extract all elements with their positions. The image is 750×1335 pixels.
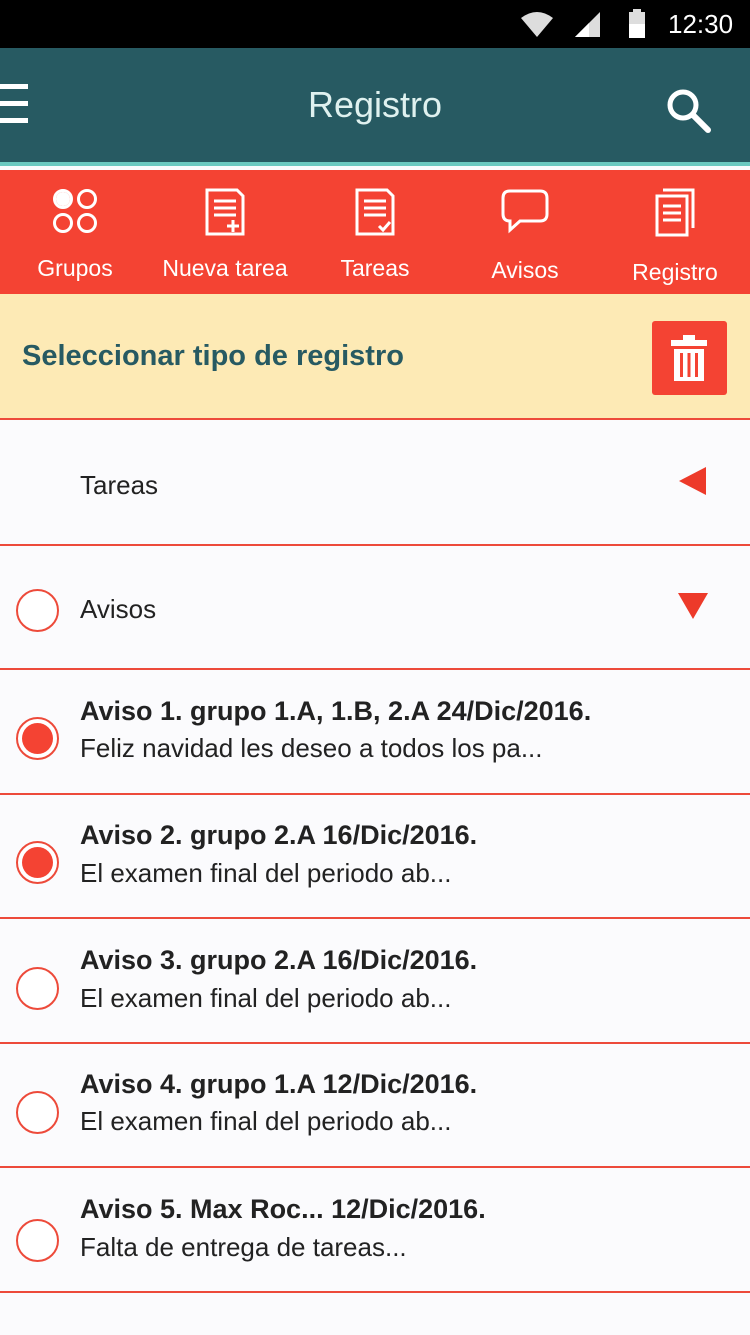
signal-icon <box>575 12 600 37</box>
page-title: Registro <box>307 84 443 125</box>
trash-icon <box>671 335 707 381</box>
wifi-icon <box>521 12 553 37</box>
radio-button[interactable] <box>16 589 59 632</box>
list-item[interactable]: Aviso 3. grupo 2.A 16/Dic/2016. El exame… <box>0 919 750 1044</box>
category-label: Tareas <box>80 470 159 500</box>
notice-body: El examen final del periodo ab... <box>80 983 452 1013</box>
notice-title: Aviso 5. Max Roc... 12/Dic/2016. <box>80 1194 486 1224</box>
battery-icon <box>629 9 645 38</box>
category-row-avisos[interactable]: Avisos <box>0 546 750 670</box>
category-label: Avisos <box>80 594 157 624</box>
notice-body: El examen final del periodo ab... <box>80 858 452 888</box>
notice-body: El examen final del periodo ab... <box>80 1106 452 1136</box>
category-row-tareas[interactable]: Tareas <box>0 420 750 546</box>
new-task-icon <box>205 188 245 236</box>
notice-body: Feliz navidad les deseo a todos los pa..… <box>80 733 543 763</box>
notice-body: Falta de entrega de tareas... <box>80 1232 407 1262</box>
section-title: Seleccionar tipo de registro <box>22 340 404 372</box>
notice-title: Aviso 2. grupo 2.A 16/Dic/2016. <box>80 820 478 850</box>
list-item[interactable]: Aviso 1. grupo 1.A, 1.B, 2.A 24/Dic/2016… <box>0 670 750 795</box>
tasks-icon <box>355 188 395 236</box>
list-item[interactable]: Aviso 2. grupo 2.A 16/Dic/2016. El exame… <box>0 795 750 919</box>
search-icon[interactable] <box>664 86 712 134</box>
tab-label: Avisos <box>491 257 559 283</box>
log-icon <box>655 188 695 237</box>
tab-label: Registro <box>632 259 718 285</box>
radio-button[interactable] <box>16 841 59 884</box>
section-header: Seleccionar tipo de registro <box>0 294 750 420</box>
radio-button[interactable] <box>16 1091 59 1134</box>
notice-title: Aviso 1. grupo 1.A, 1.B, 2.A 24/Dic/2016… <box>80 696 592 726</box>
clock: 12:30 <box>668 9 734 39</box>
tab-grupos[interactable]: Grupos <box>0 170 150 294</box>
caret-left-icon[interactable] <box>679 467 707 495</box>
notice-title: Aviso 4. grupo 1.A 12/Dic/2016. <box>80 1069 478 1099</box>
tab-nueva-tarea[interactable]: Nueva tarea <box>150 170 300 294</box>
radio-button[interactable] <box>16 967 59 1010</box>
list-item[interactable]: Aviso 4. grupo 1.A 12/Dic/2016. El exame… <box>0 1044 750 1168</box>
groups-icon <box>53 189 97 233</box>
tab-bar: Grupos Nueva tarea Tareas Avisos Registr… <box>0 170 750 294</box>
tab-registro[interactable]: Registro <box>600 170 750 294</box>
status-bar: 12:30 <box>0 0 750 48</box>
caret-down-icon[interactable] <box>678 593 708 619</box>
list-item[interactable]: Aviso 5. Max Roc... 12/Dic/2016. Falta d… <box>0 1168 750 1293</box>
tab-tareas[interactable]: Tareas <box>300 170 450 294</box>
radio-button[interactable] <box>16 717 59 760</box>
radio-button[interactable] <box>16 1219 59 1262</box>
tab-label: Nueva tarea <box>162 255 288 281</box>
tab-label: Grupos <box>37 255 113 281</box>
notice-title: Aviso 3. grupo 2.A 16/Dic/2016. <box>80 945 478 975</box>
app-bar: Registro <box>0 48 750 166</box>
chat-bubble-icon <box>501 189 549 234</box>
tab-label: Tareas <box>340 255 410 281</box>
tab-avisos[interactable]: Avisos <box>450 170 600 294</box>
delete-button[interactable] <box>652 321 727 395</box>
